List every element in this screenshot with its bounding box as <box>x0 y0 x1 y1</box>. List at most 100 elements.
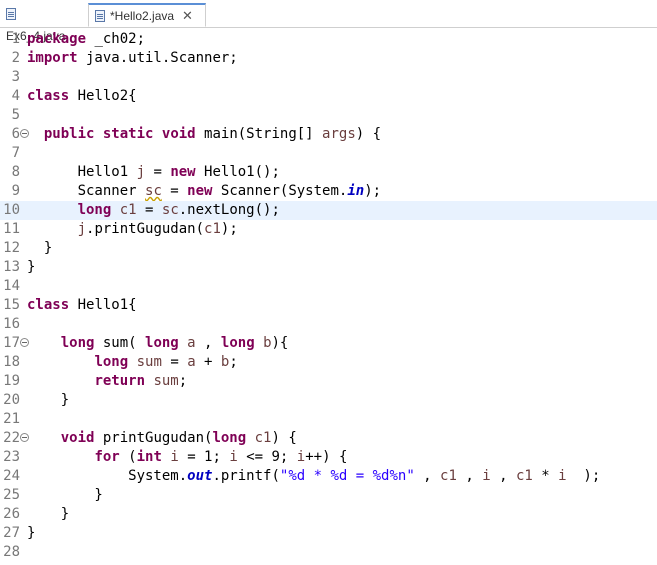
code-line[interactable]: 20 } <box>0 391 657 410</box>
code-line[interactable]: 3 <box>0 68 657 87</box>
code-token: printGugudan( <box>94 430 213 446</box>
line-number: 16 <box>3 316 20 332</box>
code-line[interactable]: 4 class Hello2{ <box>0 87 657 106</box>
code-token: Hello1 <box>27 164 137 180</box>
code-token: ); <box>364 183 382 199</box>
code-line[interactable]: 26 } <box>0 505 657 524</box>
code-line[interactable]: 21 <box>0 410 657 429</box>
code-token: ) { <box>355 126 382 142</box>
code-token: Scanner(System. <box>212 183 348 199</box>
code-line[interactable]: 16 <box>0 315 657 334</box>
code-token: sum( <box>94 335 146 351</box>
line-number: 23 <box>3 449 20 465</box>
code-token: ++) { <box>305 449 348 465</box>
code-line[interactable]: 18 long sum = a + b; <box>0 353 657 372</box>
code-text: System.out.printf("%d * %d = %d%n" , c1 … <box>27 467 600 486</box>
code-token: main(String[] <box>195 126 323 142</box>
code-token: Hello1{ <box>69 297 137 313</box>
code-token: void <box>161 126 196 142</box>
code-token: = <box>161 354 188 370</box>
code-token: i <box>296 449 306 465</box>
code-token: <= 9; <box>237 449 297 465</box>
code-token: a <box>187 335 196 351</box>
code-token: .printGugudan( <box>86 221 205 237</box>
code-token: , <box>414 468 441 484</box>
code-line[interactable]: 23 for (int i = 1; i <= 9; i++) { <box>0 448 657 467</box>
code-text: } <box>27 239 52 258</box>
tab-ex6-4[interactable]: Ex6_4.java <box>0 3 84 43</box>
editor-tab-bar: Ex6_4.java *Hello2.java ✕ <box>0 0 657 43</box>
code-editor[interactable]: 1 package _ch02; 2 import java.util.Scanner… <box>0 28 657 565</box>
code-token: long <box>94 354 129 370</box>
code-token: sc <box>161 202 179 218</box>
close-icon[interactable]: ✕ <box>182 5 193 27</box>
line-number: 8 <box>11 164 20 180</box>
code-line[interactable]: 1 package _ch02; <box>0 30 657 49</box>
code-token: } <box>27 487 103 503</box>
code-line[interactable]: 2 import java.util.Scanner; <box>0 49 657 68</box>
code-token: void <box>60 430 95 446</box>
code-token: } <box>27 240 53 256</box>
code-text: return sum; <box>27 372 187 391</box>
code-text: import java.util.Scanner; <box>27 49 238 68</box>
code-token: static <box>102 126 154 142</box>
code-line[interactable]: 11 j.printGugudan(c1); <box>0 220 657 239</box>
line-number: 20 <box>3 392 20 408</box>
code-token: _ch02; <box>86 31 146 47</box>
code-line[interactable]: 15 class Hello1{ <box>0 296 657 315</box>
code-token: System. <box>27 468 188 484</box>
code-token: * <box>532 468 559 484</box>
code-token: , <box>195 335 221 351</box>
code-token: } <box>27 392 70 408</box>
code-token: c1 <box>254 430 272 446</box>
code-text: } <box>27 258 35 277</box>
code-line[interactable]: 13} <box>0 258 657 277</box>
code-line[interactable]: 19 return sum; <box>0 372 657 391</box>
code-token: out <box>187 468 213 484</box>
code-text: Scanner sc = new Scanner(System.in); <box>27 182 381 201</box>
code-line[interactable]: 5 <box>0 106 657 125</box>
code-token: in <box>347 183 365 199</box>
code-text: class Hello2{ <box>27 87 137 106</box>
code-line[interactable]: 7 <box>0 144 657 163</box>
line-number: 18 <box>3 354 20 370</box>
tab-hello2[interactable]: *Hello2.java ✕ <box>88 3 206 27</box>
code-line[interactable]: 25 } <box>0 486 657 505</box>
line-number: 21 <box>3 411 20 427</box>
code-line[interactable]: 6 public static void main(String[] args)… <box>0 125 657 144</box>
code-text: Hello1 j = new Hello1(); <box>27 163 280 182</box>
code-line[interactable]: 8 Hello1 j = new Hello1(); <box>0 163 657 182</box>
code-line[interactable]: 10 long c1 = sc.nextLong(); <box>0 201 657 220</box>
line-number: 3 <box>11 69 20 85</box>
code-token: = <box>161 183 188 199</box>
code-line[interactable]: 17 long sum( long a , long b){ <box>0 334 657 353</box>
code-text: public static void main(String[] args) { <box>27 125 381 144</box>
code-token: new <box>170 164 196 180</box>
code-token: c1 <box>515 468 533 484</box>
code-token: Hello1(); <box>195 164 280 180</box>
code-text: j.printGugudan(c1); <box>27 220 238 239</box>
code-line[interactable]: 14 <box>0 277 657 296</box>
code-text: package _ch02; <box>27 30 145 49</box>
code-token: long <box>60 335 95 351</box>
code-token: class <box>27 297 70 313</box>
code-line[interactable]: 22 void printGugudan(long c1) { <box>0 429 657 448</box>
code-token: return <box>94 373 146 389</box>
code-token: args <box>322 126 356 142</box>
code-line[interactable]: 27} <box>0 524 657 543</box>
code-token: for <box>94 449 120 465</box>
code-token: ( <box>119 449 137 465</box>
code-line[interactable]: 12 } <box>0 239 657 258</box>
code-token: j <box>77 221 87 237</box>
line-number: 14 <box>3 278 20 294</box>
code-token: c1 <box>119 202 137 218</box>
line-number: 4 <box>11 88 20 104</box>
code-line[interactable]: 24 System.out.printf("%d * %d = %d%n" , … <box>0 467 657 486</box>
code-token: ) { <box>271 430 297 446</box>
code-line[interactable]: 28 <box>0 543 657 562</box>
code-token: long <box>145 335 179 351</box>
code-token: sum <box>136 354 162 370</box>
code-line[interactable]: 9 Scanner sc = new Scanner(System.in); <box>0 182 657 201</box>
